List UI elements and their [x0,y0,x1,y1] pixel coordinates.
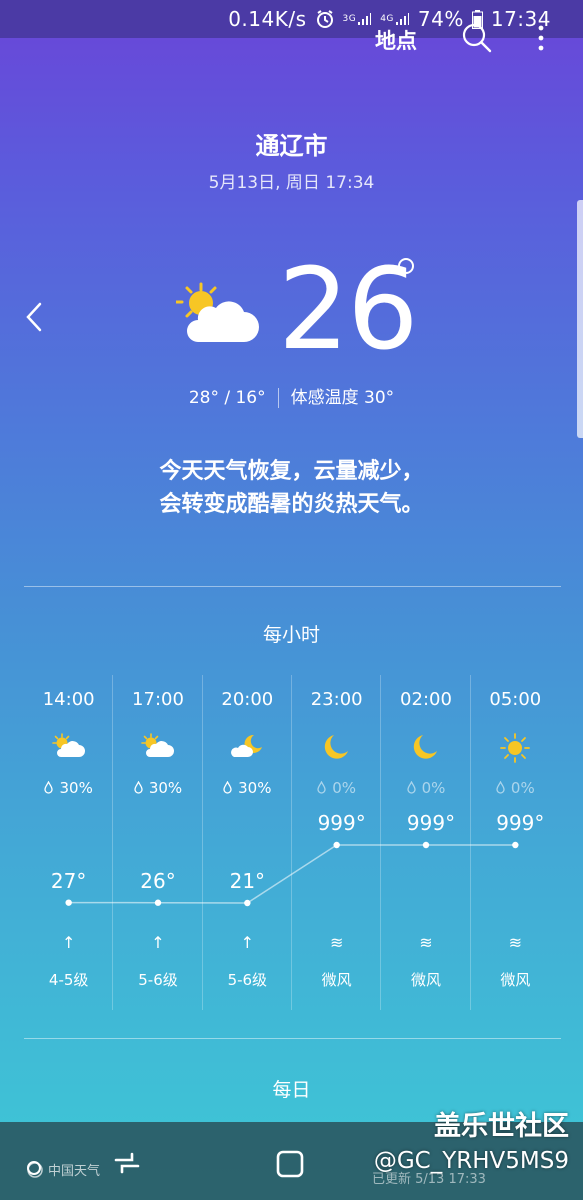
precipitation: 30% [24,779,113,797]
hourly-item: 17:00 30% ↑ 5-6级 [113,675,203,1010]
scrollbar[interactable] [577,200,583,438]
raindrop-icon [134,779,149,797]
hourly-temp-label: 26° [140,868,176,893]
precipitation: 0% [292,779,381,797]
precipitation-value: 30% [59,779,93,797]
current-temperature-value: 26 [278,245,419,375]
place-button[interactable]: 地点 [375,25,417,55]
raindrop-icon [496,779,511,797]
precipitation-value: 0% [510,779,535,797]
raindrop-icon [44,779,59,797]
recent-apps-icon[interactable] [112,1148,142,1182]
wind-direction-icon: ≋ [508,933,523,952]
hour-label: 23:00 [310,689,363,710]
network-speed: 0.14K/s [228,7,307,31]
moon-icon [292,733,381,761]
partly-cloudy-day-icon [113,733,202,759]
current-temperature: 26 [278,250,419,370]
range-separator [277,388,279,408]
city-name: 通辽市 [255,132,328,160]
raindrop-icon [223,779,238,797]
alarm-icon [315,9,335,29]
sun-icon [471,733,560,763]
previous-location-arrow-icon[interactable] [22,300,48,338]
summary-line-1: 今天天气恢复，云量减少， [159,459,424,484]
wind-direction-icon: ↑ [61,933,76,952]
home-icon[interactable] [276,1150,304,1182]
wind-level: 5-6级 [227,971,268,989]
daily-section-title: 每日 [272,1079,311,1101]
search-icon[interactable] [461,22,493,58]
hourly-forecast[interactable]: 14:00 30% ↑ 4-5级 27° 17:00 30% ↑ 5-6级 26° 20:00 30%… [24,675,560,1010]
watermark-handle: @GC_YRHV5MS9 [373,1148,569,1174]
top-actions: 地点 [375,20,545,60]
hour-label: 02:00 [400,689,452,710]
hourly-temp-label: 999° [317,811,366,835]
wind-level: 微风 [321,971,352,989]
precipitation: 30% [203,779,292,797]
hourly-item: 14:00 30% ↑ 4-5级 [24,675,114,1010]
cma-logo: 中国天气 [26,1160,100,1179]
precipitation-value: 30% [148,779,183,797]
wind-level: 4-5级 [48,971,89,989]
high-low-temp: 28° / 16° [188,388,266,408]
feels-like: 体感温度 30° [290,388,395,408]
hourly-temp-label: 21° [229,869,266,893]
raindrop-icon [317,779,332,797]
wind-direction-icon: ↑ [151,933,165,952]
divider [24,1038,561,1039]
precipitation-value: 30% [238,779,272,797]
moon-icon [381,733,470,761]
more-options-icon[interactable] [537,23,545,57]
precipitation: 0% [471,779,560,797]
hour-label: 20:00 [221,689,274,710]
divider [24,586,561,587]
raindrop-icon [406,779,422,797]
wind-level: 5-6级 [138,971,178,989]
precipitation-value: 0% [332,779,357,797]
summary-line-2: 会转变成酷暑的炎热天气。 [159,492,424,517]
watermark-title: 盖乐世社区 [434,1111,569,1142]
degree-symbol [398,258,414,274]
wind-direction-icon: ≋ [329,933,344,952]
hourly-item: 23:00 0% ≋ 微风 [292,675,382,1010]
partly-cloudy-day-icon [24,733,113,759]
precipitation: 30% [113,779,202,797]
date-time: 5月13日, 周日 17:34 [208,173,375,193]
signal-3g-icon: 3G [343,11,373,27]
partly-cloudy-day-icon [174,282,262,350]
hour-label: 14:00 [42,689,95,710]
hour-label: 05:00 [489,689,542,710]
hourly-item: 02:00 0% ≋ 微风 [381,675,471,1010]
hour-label: 17:00 [132,689,184,710]
hourly-temp-label: 999° [496,811,545,835]
hourly-section-title: 每小时 [262,624,320,646]
temperature-range-row: 28° / 16° 体感温度 30° [0,383,583,408]
hourly-item: 20:00 30% ↑ 5-6级 [203,675,292,1010]
precipitation: 0% [381,779,470,797]
hourly-temp-label: 999° [406,811,456,835]
network-type-1: 3G [342,13,357,24]
wind-direction-icon: ↑ [240,933,255,952]
precipitation-value: 0% [421,779,446,797]
hourly-temp-label: 27° [50,868,87,893]
wind-direction-icon: ≋ [419,933,433,952]
partly-cloudy-night-icon [203,733,292,759]
hourly-item: 05:00 0% ≋ 微风 [471,675,560,1010]
weather-summary: 今天天气恢复，云量减少， 会转变成酷暑的炎热天气。 [0,455,583,521]
cma-logo-icon [27,1161,43,1178]
wind-level: 微风 [410,971,441,989]
wind-level: 微风 [500,971,531,989]
logo-text: 中国天气 [48,1164,101,1179]
